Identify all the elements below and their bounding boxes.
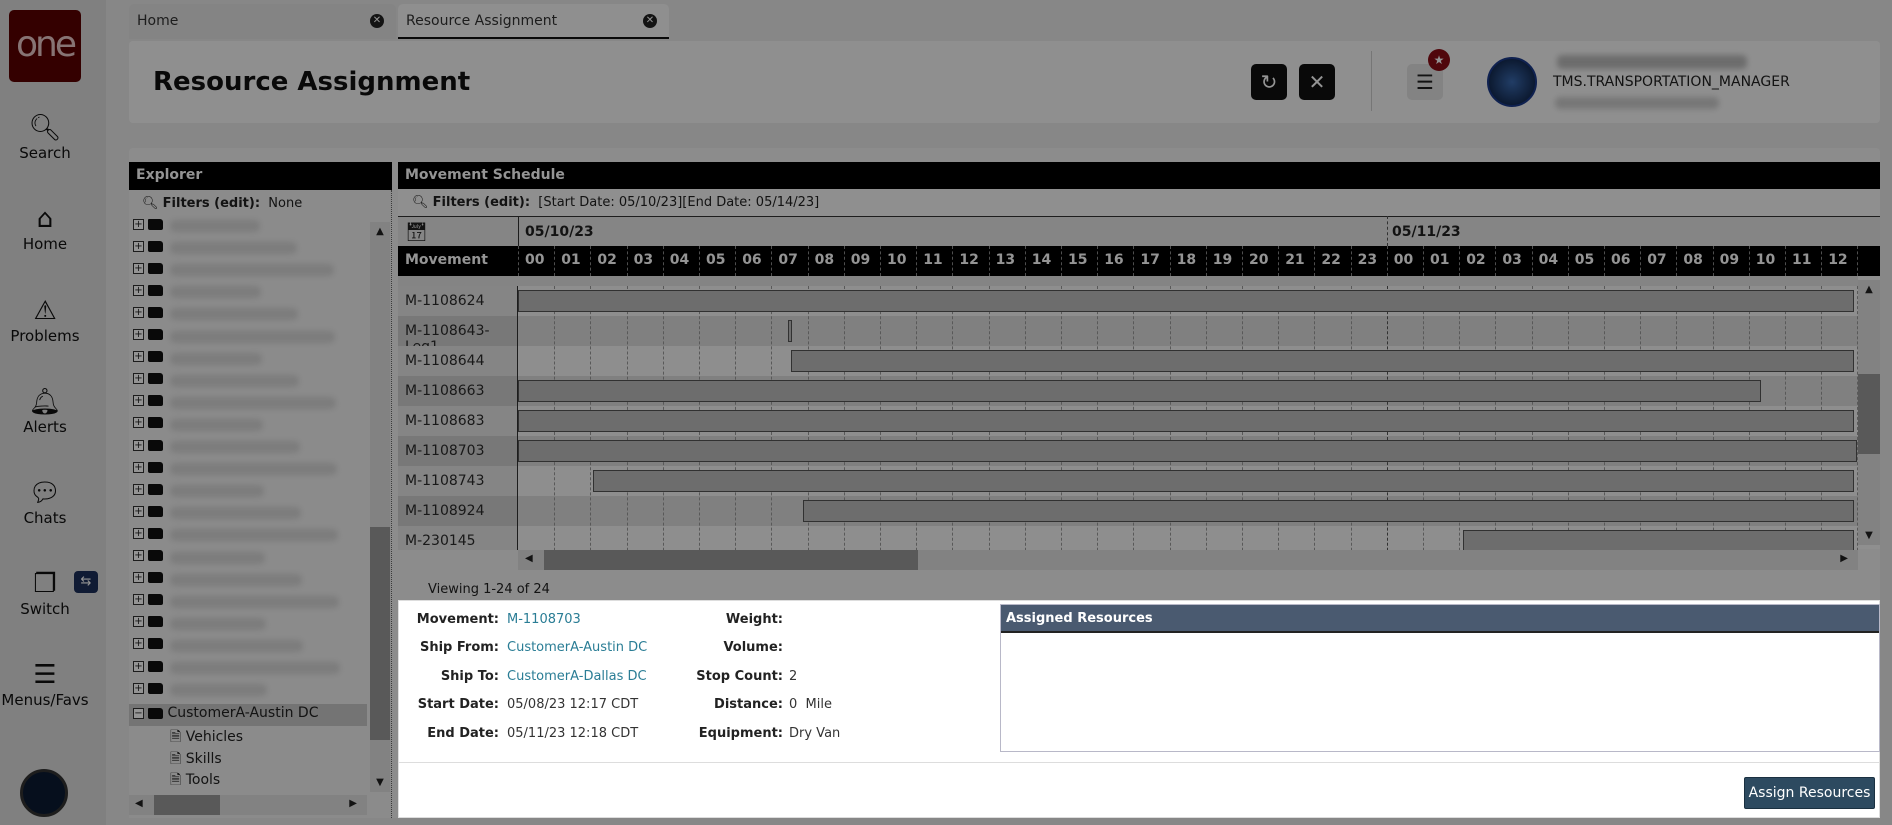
assigned-resources-grid: Assigned Resources: [1000, 604, 1880, 752]
weight-label: Weight:: [725, 612, 783, 627]
start-date-value: 05/08/23 12:17 CDT: [507, 697, 639, 712]
start-date-label: Start Date:: [417, 697, 499, 712]
assign-resources-button[interactable]: Assign Resources: [1744, 777, 1875, 809]
ship-to-link[interactable]: CustomerA-Dallas DC: [507, 669, 647, 684]
assigned-resources-header: Assigned Resources: [1001, 605, 1879, 633]
movement-detail-panel: Movement: M-1108703 Ship From: CustomerA…: [398, 600, 1880, 818]
movement-label: Movement:: [416, 612, 499, 627]
equipment-label: Equipment:: [698, 726, 783, 741]
volume-label: Volume:: [723, 640, 783, 655]
divider: [399, 762, 1879, 763]
stop-count-value: 2: [789, 669, 798, 684]
end-date-label: End Date:: [427, 726, 499, 741]
ship-from-link[interactable]: CustomerA-Austin DC: [507, 640, 647, 655]
movement-link[interactable]: M-1108703: [507, 612, 581, 627]
distance-label: Distance:: [714, 697, 783, 712]
equipment-value: Dry Van: [789, 726, 841, 741]
ship-to-label: Ship To:: [440, 669, 499, 684]
end-date-value: 05/11/23 12:18 CDT: [507, 726, 639, 741]
stop-count-label: Stop Count:: [696, 669, 783, 684]
ship-from-label: Ship From:: [419, 640, 499, 655]
distance-value: 0 Mile: [789, 697, 832, 712]
